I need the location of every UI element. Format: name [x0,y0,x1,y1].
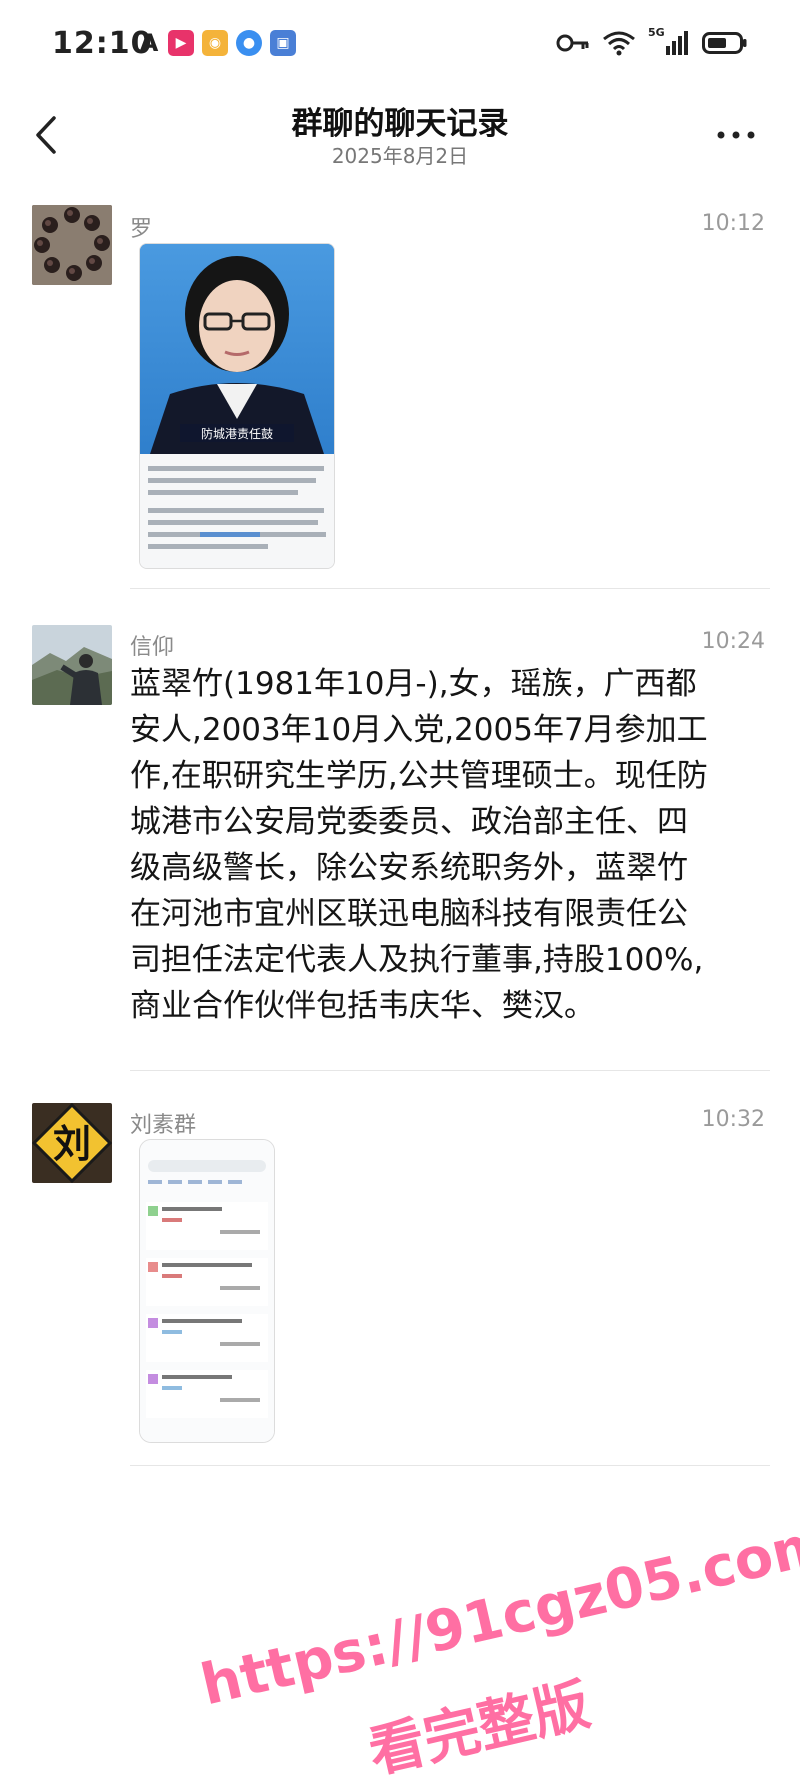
character-avatar: 刘 [32,1103,112,1183]
photo-caption-banner: 防城港责任鼓 [201,426,273,441]
sender-name: 信仰 [130,635,175,660]
message-divider [130,1465,770,1466]
avatar[interactable]: 刘 [32,1103,112,1183]
message-time: 10:12 [701,211,765,236]
more-button[interactable] [714,120,758,150]
mountain-photo-avatar [32,625,112,705]
wifi-icon [603,31,635,56]
play-icon: ▶ [168,30,194,56]
watermark-caption: 看完整版 [362,1672,596,1787]
avatar[interactable] [32,625,112,705]
page-title: 群聊的聊天记录 [291,106,509,142]
page-date: 2025年8月2日 [331,144,469,168]
key-icon [556,34,589,52]
message-divider [130,588,770,589]
status-right: 5G [556,26,748,56]
message-divider [130,1070,770,1071]
profile-document-thumbnail: 防城港责任鼓 [140,244,334,568]
a-icon: A [139,29,159,57]
text-message[interactable]: 蓝翠竹(1981年10月-),女，瑶族，广西都 安人,2003年10月入党,20… [130,661,770,1029]
message-item: 信仰 10:24 蓝翠竹(1981年10月-),女，瑶族，广西都 安人,2003… [0,625,800,1071]
message-item: 罗 10:12 防城港责任鼓 [0,205,800,589]
image-message[interactable] [139,1139,275,1443]
bead-bracelet-avatar [32,205,112,285]
more-dots-icon [717,131,755,139]
sender-name: 刘素群 [130,1113,197,1138]
shield-icon: ▣ [270,30,296,56]
cellular-signal-icon: 5G [648,26,690,56]
status-app-icons: A ▶ ◉ ● ▣ [138,29,296,57]
message-item: 刘 刘素群 10:32 [0,1103,800,1483]
browser-icon: ● [236,30,262,56]
company-search-screenshot-thumbnail [140,1140,274,1442]
status-bar: 12:10 A ▶ ◉ ● ▣ 5G [0,0,800,92]
avatar-character: 刘 [53,1121,91,1166]
sender-name: 罗 [130,217,153,242]
message-time: 10:32 [701,1107,765,1132]
image-message[interactable]: 防城港责任鼓 [139,243,335,569]
avatar[interactable] [32,205,112,285]
chat-header: 群聊的聊天记录 2025年8月2日 [0,92,800,180]
message-time: 10:24 [701,629,765,654]
photo-icon: ◉ [202,30,228,56]
battery-icon [702,32,747,54]
